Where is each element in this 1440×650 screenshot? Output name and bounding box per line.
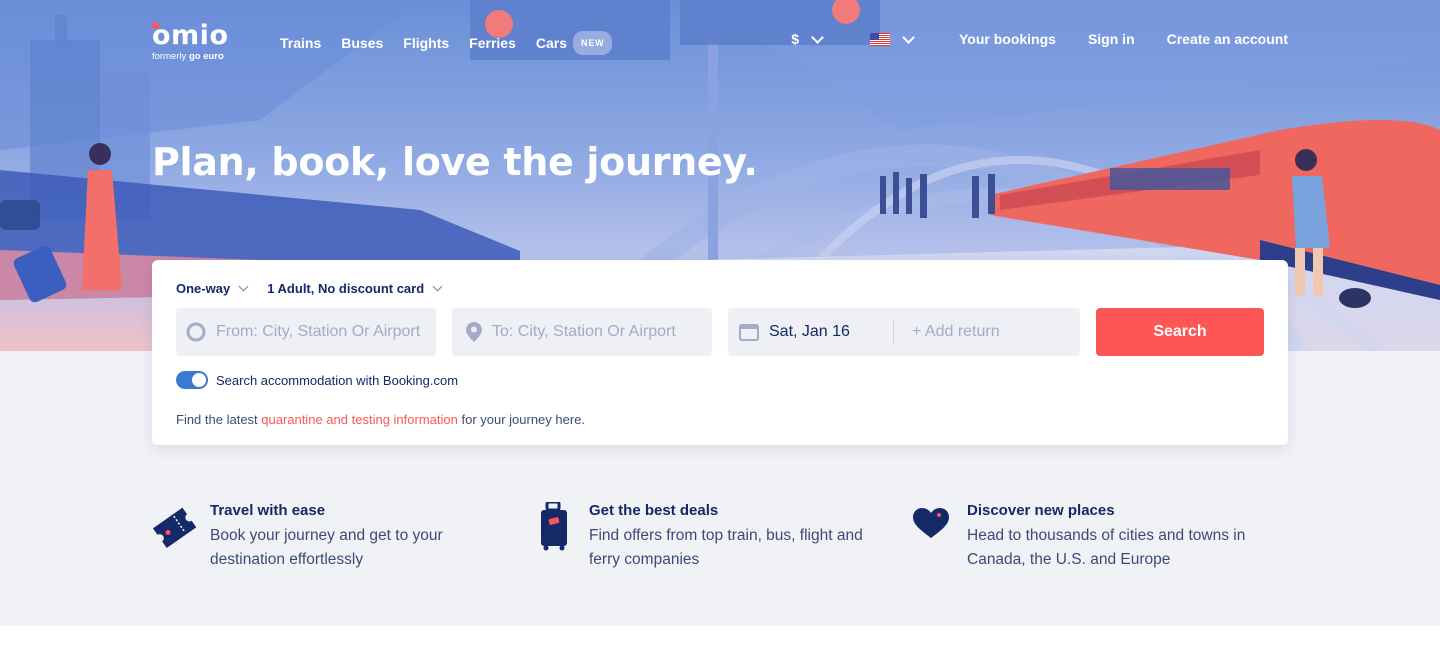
feature-best-deals: Get the best deals Find offers from top … xyxy=(531,502,889,572)
language-selector[interactable] xyxy=(869,30,915,46)
date-divider xyxy=(893,320,894,344)
tagline-brand: go euro xyxy=(188,51,224,62)
nav-buses[interactable]: Buses xyxy=(341,31,383,55)
currency-selector[interactable]: $ xyxy=(791,30,824,47)
info-suffix: for your journey here. xyxy=(457,412,586,427)
tagline-prefix: formerly xyxy=(152,51,187,62)
feature-title: Discover new places xyxy=(967,502,1115,519)
accommodation-toggle[interactable] xyxy=(176,371,208,389)
to-input[interactable] xyxy=(492,323,712,341)
feature-text: Find offers from top train, bus, flight … xyxy=(589,527,863,568)
nav-flights[interactable]: Flights xyxy=(403,31,449,55)
date-field: Sat, Jan 16 + Add return xyxy=(728,308,1080,356)
logo-dot xyxy=(152,22,159,29)
logo-tagline: formerly go euro xyxy=(152,52,229,62)
add-return-button[interactable]: + Add return xyxy=(912,323,1000,341)
chevron-down-icon xyxy=(811,30,824,44)
accommodation-toggle-row: Search accommodation with Booking.com xyxy=(176,371,458,389)
nav-trains[interactable]: Trains xyxy=(280,31,321,55)
depart-date[interactable]: Sat, Jan 16 xyxy=(769,323,893,341)
currency-symbol: $ xyxy=(791,31,799,47)
trip-type-dropdown[interactable]: One-way xyxy=(176,281,249,296)
chevron-down-icon xyxy=(238,281,249,292)
nav-cars-label: Cars xyxy=(535,35,568,51)
your-bookings-link[interactable]: Your bookings xyxy=(959,31,1056,47)
feature-discover-places: Discover new places Head to thousands of… xyxy=(909,502,1267,572)
us-flag-icon xyxy=(869,32,890,46)
from-field[interactable] xyxy=(176,308,436,356)
passengers-value: 1 Adult, No discount card xyxy=(267,281,425,296)
passengers-dropdown[interactable]: 1 Adult, No discount card xyxy=(267,281,443,296)
from-input[interactable] xyxy=(216,323,436,341)
sign-in-link[interactable]: Sign in xyxy=(1088,31,1135,47)
origin-circle-icon xyxy=(186,322,206,342)
omio-logo[interactable]: omio formerly go euro xyxy=(152,20,229,62)
mode-nav: Trains Buses Flights Ferries Cars NEW xyxy=(280,31,632,55)
search-card: One-way 1 Adult, No discount card Sat, J… xyxy=(152,260,1288,445)
accommodation-label: Search accommodation with Booking.com xyxy=(216,372,459,388)
create-account-link[interactable]: Create an account xyxy=(1167,31,1288,47)
new-badge: NEW xyxy=(573,31,613,55)
calendar-icon xyxy=(739,324,759,341)
account-nav: $ Your bookings Sign in Create an accoun… xyxy=(791,30,1288,47)
location-pin-icon xyxy=(466,322,482,342)
chevron-down-icon xyxy=(432,281,443,292)
nav-cars[interactable]: Cars NEW xyxy=(536,31,613,55)
logo-wordmark: omio xyxy=(152,20,229,51)
feature-title: Get the best deals xyxy=(589,502,719,519)
info-prefix: Find the latest xyxy=(176,412,262,427)
hero-headline: Plan, book, love the journey. xyxy=(152,140,758,184)
search-options: One-way 1 Adult, No discount card xyxy=(176,281,461,296)
chevron-down-icon xyxy=(902,30,915,44)
footer-band xyxy=(0,626,1440,650)
feature-text: Head to thousands of cities and towns in… xyxy=(967,527,1246,568)
suitcase-icon xyxy=(541,502,567,551)
nav-ferries[interactable]: Ferries xyxy=(469,31,516,55)
top-nav: omio formerly go euro Trains Buses Fligh… xyxy=(0,0,1440,80)
feature-title: Travel with ease xyxy=(210,502,326,519)
search-button[interactable]: Search xyxy=(1096,308,1264,356)
ticket-icon xyxy=(152,507,196,548)
toggle-knob xyxy=(192,373,206,387)
to-field[interactable] xyxy=(452,308,712,356)
covid-info: Find the latest quarantine and testing i… xyxy=(176,412,585,427)
heart-icon xyxy=(913,508,949,538)
feature-travel-with-ease: Travel with ease Book your journey and g… xyxy=(152,502,510,572)
feature-text: Book your journey and get to your destin… xyxy=(210,527,443,568)
quarantine-info-link[interactable]: quarantine and testing information xyxy=(261,412,458,427)
trip-type-value: One-way xyxy=(176,281,231,296)
